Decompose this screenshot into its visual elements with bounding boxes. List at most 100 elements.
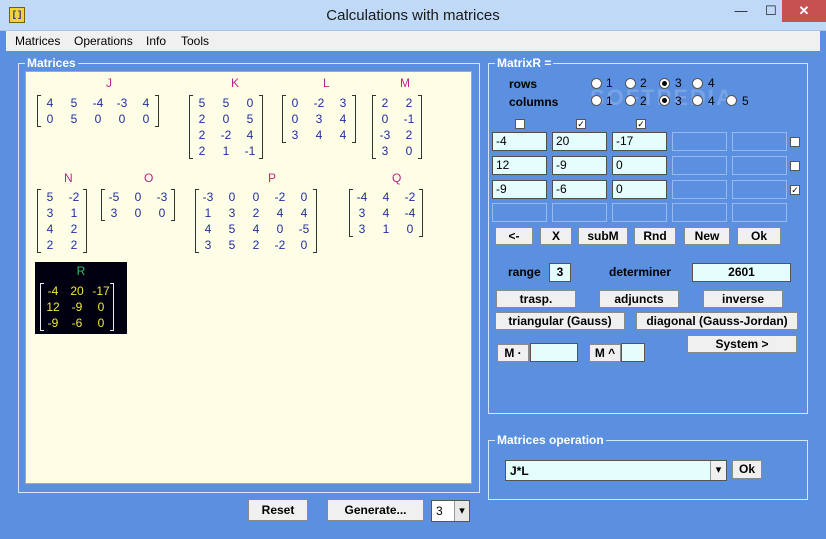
matrixr-cell[interactable]: [672, 156, 727, 175]
columns-radio-4[interactable]: [692, 95, 703, 106]
matrix-cell: -2: [274, 190, 286, 204]
matrixr-cell[interactable]: [492, 203, 547, 222]
ok-button[interactable]: Ok: [737, 227, 781, 245]
diagonal-gauss-jordan-button[interactable]: diagonal (Gauss-Jordan): [636, 312, 798, 330]
matrix-cell: 20: [70, 284, 84, 298]
matrixr-cell[interactable]: 0: [612, 156, 667, 175]
menu-matrices[interactable]: Matrices: [15, 34, 60, 48]
matrixr-cell[interactable]: -17: [612, 132, 667, 151]
matrixr-cell[interactable]: [732, 132, 787, 151]
matrixr-cell[interactable]: [612, 203, 667, 222]
columns-radio-2[interactable]: [625, 95, 636, 106]
rows-radio-2[interactable]: [625, 78, 636, 89]
matrix-cell: 3: [315, 112, 323, 126]
menu-tools[interactable]: Tools: [181, 34, 209, 48]
matrixr-cell[interactable]: [732, 156, 787, 175]
matrixr-cell[interactable]: [672, 180, 727, 199]
matrixr-cell[interactable]: [732, 180, 787, 199]
reset-button[interactable]: Reset: [248, 499, 308, 521]
matrix-row: -9 -6 0: [41, 315, 113, 331]
subm-button[interactable]: subM: [578, 227, 628, 245]
matrix-l: 0 -2 3 0 3 4 3 4 4: [282, 95, 356, 143]
rnd-button[interactable]: Rnd: [634, 227, 676, 245]
adjuncts-button[interactable]: adjuncts: [599, 290, 679, 308]
system-button[interactable]: System >: [687, 335, 797, 353]
columns-radio-1[interactable]: [591, 95, 602, 106]
matrix-row: 4 5 -4 -3 4: [38, 95, 158, 111]
matrix-multiply-input[interactable]: [530, 343, 578, 362]
matrix-cell: 0: [300, 190, 308, 204]
matrixr-cell[interactable]: -6: [552, 180, 607, 199]
matrices-group-title: Matrices: [25, 56, 78, 70]
matrixr-cell[interactable]: [672, 203, 727, 222]
range-label: range: [508, 265, 541, 279]
matrix-cell: 0: [291, 112, 299, 126]
matrixr-cell[interactable]: [672, 132, 727, 151]
matrix-cell: 2: [70, 238, 78, 252]
matrix-power-input[interactable]: [621, 343, 645, 362]
matrix-label-j: J: [106, 76, 112, 90]
matrix-cell: 4: [315, 128, 323, 142]
close-button[interactable]: ✕: [782, 0, 826, 22]
matrix-m: 2 2 0 -1 -3 2 3 0: [372, 95, 422, 159]
row-check-2[interactable]: [790, 161, 800, 171]
rows-option-3: 3: [675, 76, 682, 90]
rows-radio-3[interactable]: [659, 78, 670, 89]
inverse-button[interactable]: inverse: [703, 290, 783, 308]
matrix-row: 4 5 4 0 -5: [196, 221, 316, 237]
rows-radio-4[interactable]: [692, 78, 703, 89]
triangular-gauss-button[interactable]: triangular (Gauss): [495, 312, 625, 330]
matrix-label-p: P: [268, 171, 277, 185]
new-button[interactable]: New: [684, 227, 730, 245]
matrix-multiply-button[interactable]: M ·: [497, 344, 529, 362]
rows-radio-1[interactable]: [591, 78, 602, 89]
matrix-cell: -17: [92, 284, 110, 298]
matrix-cell: 2: [381, 96, 389, 110]
matrixr-cell[interactable]: [732, 203, 787, 222]
minimize-button[interactable]: —: [726, 0, 756, 22]
matrixr-cell[interactable]: 12: [492, 156, 547, 175]
matrixr-cell[interactable]: -9: [552, 156, 607, 175]
matrixr-cell[interactable]: [552, 203, 607, 222]
generate-button[interactable]: Generate...: [327, 499, 424, 521]
matrix-row: 3 0 0: [102, 205, 174, 221]
matrix-cell: 2: [252, 206, 260, 220]
column-check-2[interactable]: ✓: [576, 119, 586, 129]
columns-option-5: 5: [742, 94, 749, 108]
matrix-label-m: M: [400, 76, 410, 90]
matrix-cell: 2: [198, 128, 206, 142]
columns-radio-5[interactable]: [726, 95, 737, 106]
columns-radio-3[interactable]: [659, 95, 670, 106]
matrix-cell: 3: [46, 206, 54, 220]
matrix-cell: 5: [70, 112, 78, 126]
backspace-button[interactable]: <-: [495, 227, 533, 245]
result-matrix-panel: R -4 20 -17 12 -9 0 -9 -6 0: [35, 262, 127, 334]
row-check-3[interactable]: ✓: [790, 185, 800, 195]
transpose-button[interactable]: trasp.: [496, 290, 576, 308]
menu-operations[interactable]: Operations: [74, 34, 133, 48]
clear-button[interactable]: X: [540, 227, 572, 245]
matrixr-cell[interactable]: 0: [612, 180, 667, 199]
rows-option-2: 2: [640, 76, 647, 90]
operation-ok-button[interactable]: Ok: [732, 460, 762, 479]
matrixr-cell[interactable]: 20: [552, 132, 607, 151]
matrix-cell: 5: [228, 222, 236, 236]
matrix-cell: 0: [246, 96, 254, 110]
matrix-cell: 0: [46, 112, 54, 126]
matrix-cell: -4: [356, 190, 368, 204]
matrix-cell: 4: [252, 222, 260, 236]
column-check-3[interactable]: ✓: [636, 119, 646, 129]
matrix-row: 0 3 4: [283, 111, 355, 127]
matrix-power-button[interactable]: M ^: [589, 344, 621, 362]
row-check-1[interactable]: [790, 137, 800, 147]
matrix-row: 3 5 2 -2 0: [196, 237, 316, 253]
generate-count-select[interactable]: 3 ▾: [431, 500, 470, 522]
matrix-cell: -9: [71, 300, 83, 314]
matrix-cell: 0: [134, 190, 142, 204]
matrixr-cell[interactable]: -9: [492, 180, 547, 199]
menu-info[interactable]: Info: [146, 34, 166, 48]
column-check-1[interactable]: [515, 119, 525, 129]
operation-select[interactable]: J*L ▾: [505, 460, 727, 481]
matrixr-cell[interactable]: -4: [492, 132, 547, 151]
matrix-cell: -2: [220, 128, 232, 142]
